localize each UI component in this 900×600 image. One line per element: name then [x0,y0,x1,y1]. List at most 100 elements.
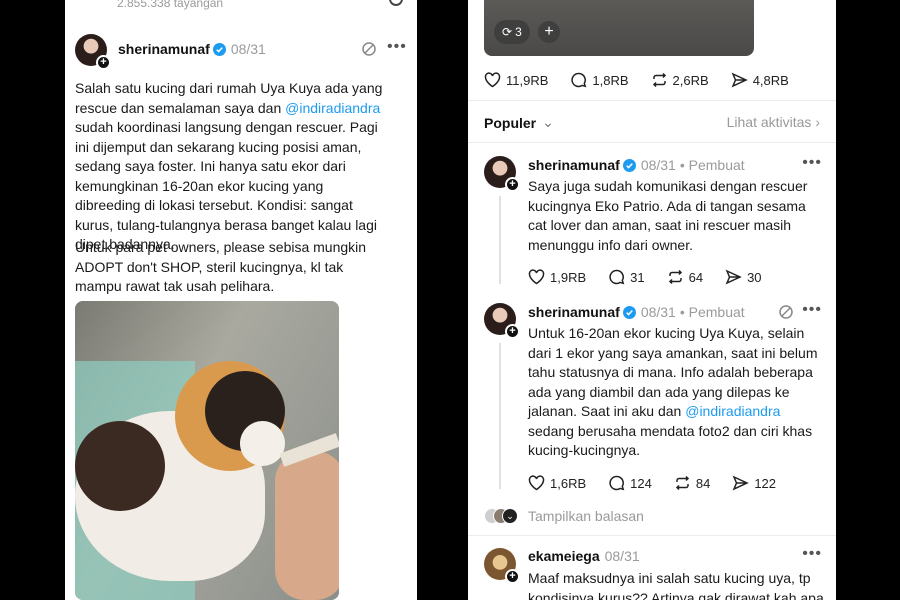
like-button[interactable]: 11,9RB [484,72,548,88]
add-media-button[interactable]: + [538,21,560,43]
chevron-right-icon: › [815,114,820,130]
repost-button[interactable]: 64 [667,269,703,285]
repost-icon [668,269,682,285]
reply-text: Saya juga sudah komunikasi dengan rescue… [528,178,808,253]
follow-plus-icon[interactable]: + [505,569,520,584]
reply-divider [468,535,836,536]
share-button[interactable]: 122 [732,475,776,491]
comment-icon [571,72,587,88]
author-tag: • Pembuat [679,304,745,320]
comment-button[interactable]: 31 [608,269,645,285]
reply-date: 08/31 [640,157,676,173]
chevron-down-icon: ⌄ [542,114,554,130]
photo-cat-patch-1 [75,421,165,511]
share-count: 30 [747,269,762,285]
activity-link-label: Lihat aktivitas [726,114,812,130]
like-count: 11,9RB [506,72,549,88]
share-icon [725,269,742,285]
right-screenshot: ⟳ 3 + 11,9RB 1,8RB 2,6RB 4,8RB Populer ⌄… [468,0,836,600]
divider [468,100,836,101]
post-text: Salah satu kucing dari rumah Uya Kuya ad… [75,79,385,255]
reply-avatar[interactable]: + [484,303,520,339]
follow-plus-icon[interactable]: + [505,177,520,192]
heart-icon [528,475,545,491]
comment-count: 1,8RB [592,72,629,88]
username[interactable]: sherinamunaf [118,41,210,57]
follow-plus-icon[interactable]: + [96,55,111,70]
cat-photo[interactable] [75,301,339,600]
avatar[interactable]: + [75,34,111,70]
share-button[interactable]: 4,8RB [731,72,789,88]
reply-username[interactable]: ekameiega [528,548,600,564]
more-options-icon[interactable]: ••• [802,301,822,319]
photo-hand [275,451,339,600]
comment-button[interactable]: 1,8RB [570,72,629,88]
comment-icon [609,475,625,491]
comment-button[interactable]: 124 [608,475,652,491]
like-count: 1,6RB [550,475,587,491]
like-button[interactable]: 1,9RB [528,269,586,285]
left-screenshot: 2.855.338 tayangan + sherinamunaf 08/31 … [65,0,417,600]
heart-icon [528,269,545,285]
reply-date: 08/31 [640,304,676,320]
post-date: 08/31 [230,41,266,57]
share-icon [732,475,750,491]
repost-count: 84 [695,475,711,491]
like-count: 1,9RB [550,269,587,285]
repost-button[interactable]: 2,6RB [651,72,709,88]
section-divider [468,142,836,143]
mention-link[interactable]: @indiradiandra [285,100,380,116]
share-count: 122 [754,475,777,491]
reply-avatar[interactable]: + [484,548,520,584]
verified-badge-icon [212,42,226,56]
reply-actions: 1,9RB 31 64 30 [528,269,784,285]
repost-icon [675,475,689,491]
more-options-icon[interactable]: ••• [802,154,822,172]
post-text-part: sudah koordinasi langsung dengan rescuer… [75,119,378,252]
post-actions: 11,9RB 1,8RB 2,6RB 4,8RB [484,72,811,88]
like-button[interactable]: 1,6RB [528,475,586,491]
share-count: 4,8RB [752,72,789,88]
views-count: 2.855.338 tayangan [117,0,224,10]
post-media[interactable]: ⟳ 3 + [484,0,754,56]
more-options-icon[interactable]: ••• [387,38,407,56]
media-count-badge[interactable]: ⟳ 3 [494,20,530,44]
sort-label: Populer [484,114,537,131]
reply-actions: 1,6RB 124 84 122 [528,475,798,491]
comment-icon [609,269,625,285]
reply-username[interactable]: sherinamunaf [528,157,620,173]
repost-icon: ⟳ [502,25,513,39]
activity-link[interactable]: Lihat aktivitas › [727,114,820,130]
author-tag: • Pembuat [679,157,745,173]
media-count: 3 [515,25,522,39]
share-button[interactable]: 30 [725,269,762,285]
more-options-icon[interactable]: ••• [802,545,822,563]
thread-line [499,343,501,489]
show-replies-button[interactable]: ⌄ Tampilkan balasan [484,508,644,524]
share-icon [731,72,748,88]
top-icon [389,0,403,6]
heart-icon [484,72,501,88]
comment-count: 31 [630,269,645,285]
reply-avatar[interactable]: + [484,156,520,192]
repost-button[interactable]: 84 [674,475,710,491]
mini-avatar: ⌄ [502,508,518,524]
show-replies-label: Tampilkan balasan [528,508,644,524]
reply-username[interactable]: sherinamunaf [528,304,620,320]
mention-link[interactable]: @indiradiandra [685,403,780,419]
reply-date: 08/31 [604,548,640,564]
repost-count: 64 [688,269,704,285]
reply-text-part: sedang berusaha mendata foto2 dan ciri k… [528,422,813,459]
photo-cat-face [240,421,285,466]
repost-count: 2,6RB [672,72,709,88]
mute-icon[interactable] [361,41,377,57]
comment-count: 124 [630,475,652,491]
mute-icon[interactable] [778,304,794,320]
verified-badge-icon [622,305,636,319]
repost-icon [652,72,666,88]
reply-text: Untuk 16-20an ekor kucing Uya Kuya, sela… [528,324,824,461]
follow-plus-icon[interactable]: + [505,324,520,339]
reply-avatars-stack: ⌄ [484,508,520,524]
sort-dropdown[interactable]: Populer ⌄ [484,114,554,131]
reply-text: Maaf maksudnya ini salah satu kucing uya… [528,570,824,600]
